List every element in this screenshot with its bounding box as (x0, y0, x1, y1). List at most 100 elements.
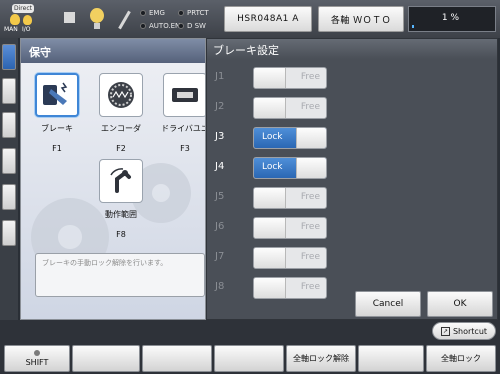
toggle-knob (254, 98, 286, 118)
joint-row-j8: J8 Free (207, 277, 337, 299)
robot-select-button[interactable]: HSR048A1 A (224, 6, 312, 32)
description-box: ブレーキの手動ロック解除を行います。 (35, 253, 205, 297)
toggle-state: Free (300, 222, 320, 232)
led-auto-en: AUTO.EN (140, 22, 180, 30)
brake-toggle-j8[interactable]: Free (253, 277, 327, 299)
tile-brake-label: ブレーキ (41, 124, 73, 133)
cancel-button[interactable]: Cancel (355, 291, 421, 317)
io-lamp-icon (23, 15, 32, 25)
joint-row-j3: J3 Lock (207, 127, 337, 149)
tool-icon[interactable] (116, 8, 132, 30)
joint-row-j7: J7 Free (207, 247, 337, 269)
fkey-label: SHIFT (25, 358, 49, 367)
joint-label: J3 (215, 131, 225, 142)
shortcut-label: Shortcut (452, 326, 488, 336)
side-tab-4[interactable] (2, 148, 16, 174)
toggle-knob (296, 128, 326, 148)
toggle-knob (254, 68, 286, 88)
toggle-knob (254, 188, 286, 208)
man-lamp-icon (10, 14, 20, 25)
led-dot (140, 10, 146, 16)
fkey-3[interactable] (142, 345, 212, 372)
motion-range-icon (99, 159, 143, 203)
side-tab-2[interactable] (2, 78, 16, 104)
brake-icon (35, 73, 79, 117)
joint-label: J6 (215, 221, 225, 232)
joint-row-j4: J4 Lock (207, 157, 337, 179)
tile-encoder-label: エンコーダ (101, 124, 141, 133)
top-status-bar: Direct MAN I/O EMG PRTCT AUTO.EN D SW HS… (0, 0, 500, 38)
led-dot (140, 23, 146, 29)
lamp-base (94, 23, 100, 29)
lock-all-button[interactable]: 全軸ロック (426, 345, 496, 372)
brake-toggle-j2[interactable]: Free (253, 97, 327, 119)
led-emg-label: EMG (149, 9, 165, 17)
toggle-state: Lock (262, 132, 283, 142)
brake-toggle-j5[interactable]: Free (253, 187, 327, 209)
joint-row-j6: J6 Free (207, 217, 337, 239)
joint-label: J1 (215, 71, 225, 82)
tile-encoder-fkey: F2 (116, 144, 126, 153)
fkey-4[interactable] (214, 345, 284, 372)
brake-settings-dialog: ブレーキ設定 J1 Free J2 Free J3 Lock J4 Lock J… (206, 38, 498, 320)
axis-mode-button[interactable]: 各軸 ＷＯＴＯ (318, 6, 404, 32)
brake-toggle-j7[interactable]: Free (253, 247, 327, 269)
tile-driver-unit-label: ドライバユニ (161, 124, 206, 133)
fkey-6[interactable] (358, 345, 424, 372)
mode-indicator[interactable]: Direct MAN I/O (4, 4, 34, 36)
brake-toggle-j4[interactable]: Lock (253, 157, 327, 179)
speed-value: 1 % (441, 13, 459, 23)
tool-stick (118, 10, 131, 30)
joint-label: J2 (215, 101, 225, 112)
mode-io-label: I/O (22, 26, 31, 33)
toggle-state: Free (300, 72, 320, 82)
tile-driver-unit[interactable]: ドライバユニ F3 (155, 73, 206, 153)
led-dot (178, 23, 184, 29)
lamp-icon[interactable] (90, 8, 104, 30)
led-dot (178, 10, 184, 16)
stop-icon[interactable] (64, 12, 75, 23)
toggle-state: Free (300, 282, 320, 292)
tile-motion-range-fkey: F8 (116, 230, 126, 239)
side-tab-1[interactable] (2, 44, 16, 70)
lamp-glass (90, 8, 104, 23)
shortcut-icon: ↗ (440, 326, 450, 336)
tile-brake-fkey: F1 (52, 144, 62, 153)
tile-motion-range[interactable]: 動作範囲 F8 (91, 159, 151, 239)
joint-row-j5: J5 Free (207, 187, 337, 209)
side-tab-5[interactable] (2, 184, 16, 210)
fkey-label: 全軸ロック解除 (293, 354, 349, 363)
driver-unit-icon (163, 73, 205, 117)
led-prtct-label: PRTCT (187, 9, 209, 17)
toggle-knob (254, 248, 286, 268)
fkey-2[interactable] (72, 345, 140, 372)
tile-encoder[interactable]: エンコーダ F2 (91, 73, 151, 153)
fkey-label: 全軸ロック (441, 354, 481, 363)
maintenance-panel: 保守 ブレーキ F1 エンコーダ F2 ドライバユニ F3 動作範囲 F8 ブレ… (20, 38, 206, 320)
tile-brake[interactable]: ブレーキ F1 (27, 73, 87, 153)
brake-toggle-j1[interactable]: Free (253, 67, 327, 89)
speed-bar (412, 25, 414, 28)
encoder-icon (99, 73, 143, 117)
side-tab-6[interactable] (2, 220, 16, 246)
brake-toggle-j3[interactable]: Lock (253, 127, 327, 149)
led-dsw: D SW (178, 22, 206, 30)
toggle-knob (254, 218, 286, 238)
toggle-knob (254, 278, 286, 298)
speed-override[interactable]: 1 % (408, 6, 496, 32)
toggle-state: Free (300, 252, 320, 262)
fkey-shift[interactable]: SHIFT (4, 345, 70, 372)
led-auto-en-label: AUTO.EN (149, 22, 181, 30)
joint-label: J4 (215, 161, 225, 172)
brake-toggle-j6[interactable]: Free (253, 217, 327, 239)
dialog-title: ブレーキ設定 (207, 39, 497, 59)
side-tab-3[interactable] (2, 112, 16, 138)
toggle-knob (296, 158, 326, 178)
joint-label: J8 (215, 281, 225, 292)
joint-row-j2: J2 Free (207, 97, 337, 119)
shortcut-button[interactable]: ↗ Shortcut (432, 322, 496, 340)
direct-bubble: Direct (12, 4, 34, 13)
joint-row-j1: J1 Free (207, 67, 337, 89)
ok-button[interactable]: OK (427, 291, 493, 317)
release-all-locks-button[interactable]: 全軸ロック解除 (286, 345, 356, 372)
